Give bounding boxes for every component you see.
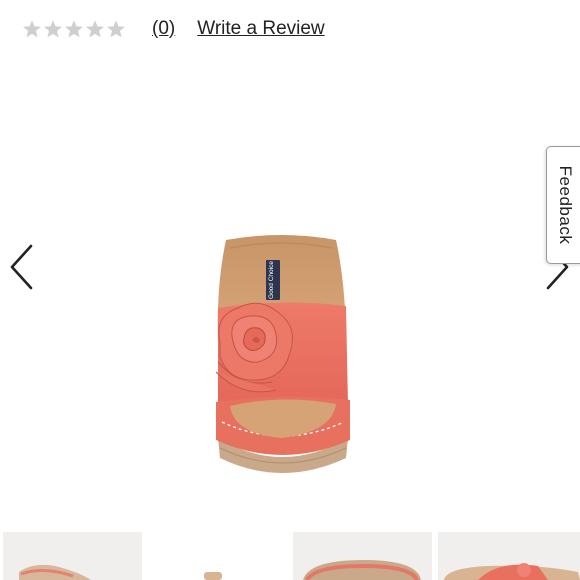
star-icon [65,20,83,38]
thumbnail-2[interactable] [148,532,287,580]
thumbnail-image [3,532,142,580]
review-count-link[interactable]: (0) [152,18,175,40]
thumbnail-image [438,532,580,580]
star-icon [107,20,125,38]
thumbnail-strip [0,532,580,580]
star-icon [23,20,41,38]
write-review-link[interactable]: Write a Review [197,18,324,40]
previous-image-arrow-icon[interactable] [4,237,44,297]
star-icon [86,20,104,38]
thumbnail-1[interactable] [3,532,142,580]
product-image: Good Choice [215,235,350,473]
thumbnail-image [293,532,432,580]
rating-stars[interactable] [22,19,126,39]
thumbnail-4[interactable] [438,532,580,580]
thumbnail-image [148,532,287,580]
star-icon [44,20,62,38]
rating-row: (0) Write a Review [22,14,325,44]
svg-text:Good Choice: Good Choice [268,261,275,299]
feedback-label: Feedback [556,165,575,245]
feedback-tab[interactable]: Feedback [546,146,580,264]
thumbnail-3[interactable] [293,532,432,580]
